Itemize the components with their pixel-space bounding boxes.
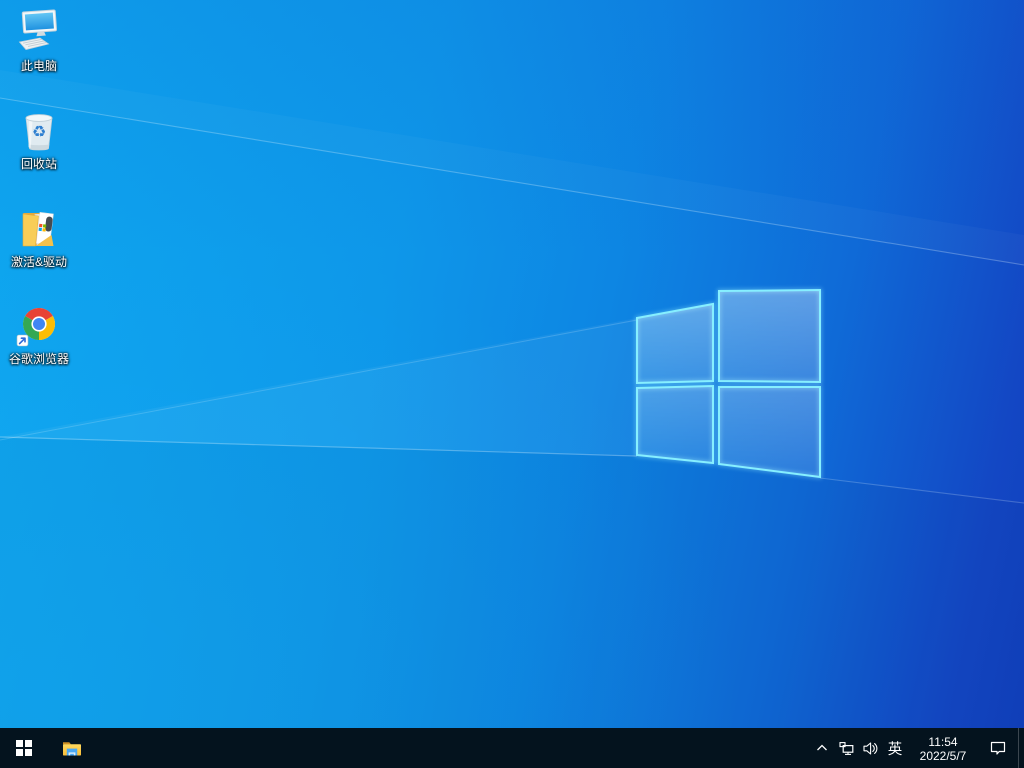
file-explorer-button[interactable] <box>48 728 96 768</box>
clock-time: 11:54 <box>928 734 958 749</box>
taskbar: 英 11:54 2022/5/7 <box>0 728 1024 768</box>
action-center-icon <box>990 741 1006 755</box>
show-desktop-button[interactable] <box>1018 728 1024 768</box>
input-method-indicator[interactable]: 英 <box>882 728 908 768</box>
desktop-icon-label: 回收站 <box>20 157 57 171</box>
this-pc-icon <box>18 9 57 50</box>
chevron-up-icon <box>817 744 827 751</box>
volume-icon <box>862 741 877 755</box>
hidden-icons-button[interactable] <box>810 728 834 768</box>
volume-button[interactable] <box>858 728 882 768</box>
network-button[interactable] <box>834 728 858 768</box>
shortcut-arrow-badge <box>16 334 29 347</box>
desktop-icon-activation-drivers[interactable]: 激活&驱动 <box>2 204 76 290</box>
desktop: 此电脑 ♻ 回收站 激活&驱动 谷歌浏览器 <box>0 0 1024 728</box>
desktop-icon-label: 此电脑 <box>20 59 57 73</box>
clock[interactable]: 11:54 2022/5/7 <box>908 728 978 768</box>
recycle-bin-icon: ♻ <box>25 114 53 151</box>
action-center-button[interactable] <box>978 728 1018 768</box>
desktop-icon-label: 激活&驱动 <box>10 255 67 269</box>
desktop-icon-label: 谷歌浏览器 <box>8 352 69 366</box>
chrome-icon <box>16 307 56 347</box>
desktop-icon-recycle-bin[interactable]: ♻ 回收站 <box>2 106 76 192</box>
system-tray: 英 11:54 2022/5/7 <box>810 728 1024 768</box>
open-folder-icon <box>22 212 54 247</box>
start-button[interactable] <box>0 728 48 768</box>
desktop-icon-this-pc[interactable]: 此电脑 <box>2 8 76 94</box>
windows-logo-wallpaper <box>0 97 1024 728</box>
clock-date: 2022/5/7 <box>919 748 967 763</box>
desktop-icon-google-chrome[interactable]: 谷歌浏览器 <box>2 301 76 387</box>
windows-logo-icon <box>16 740 32 756</box>
network-icon <box>838 741 853 755</box>
file-explorer-icon <box>63 742 81 756</box>
svg-text:♻: ♻ <box>32 122 46 141</box>
